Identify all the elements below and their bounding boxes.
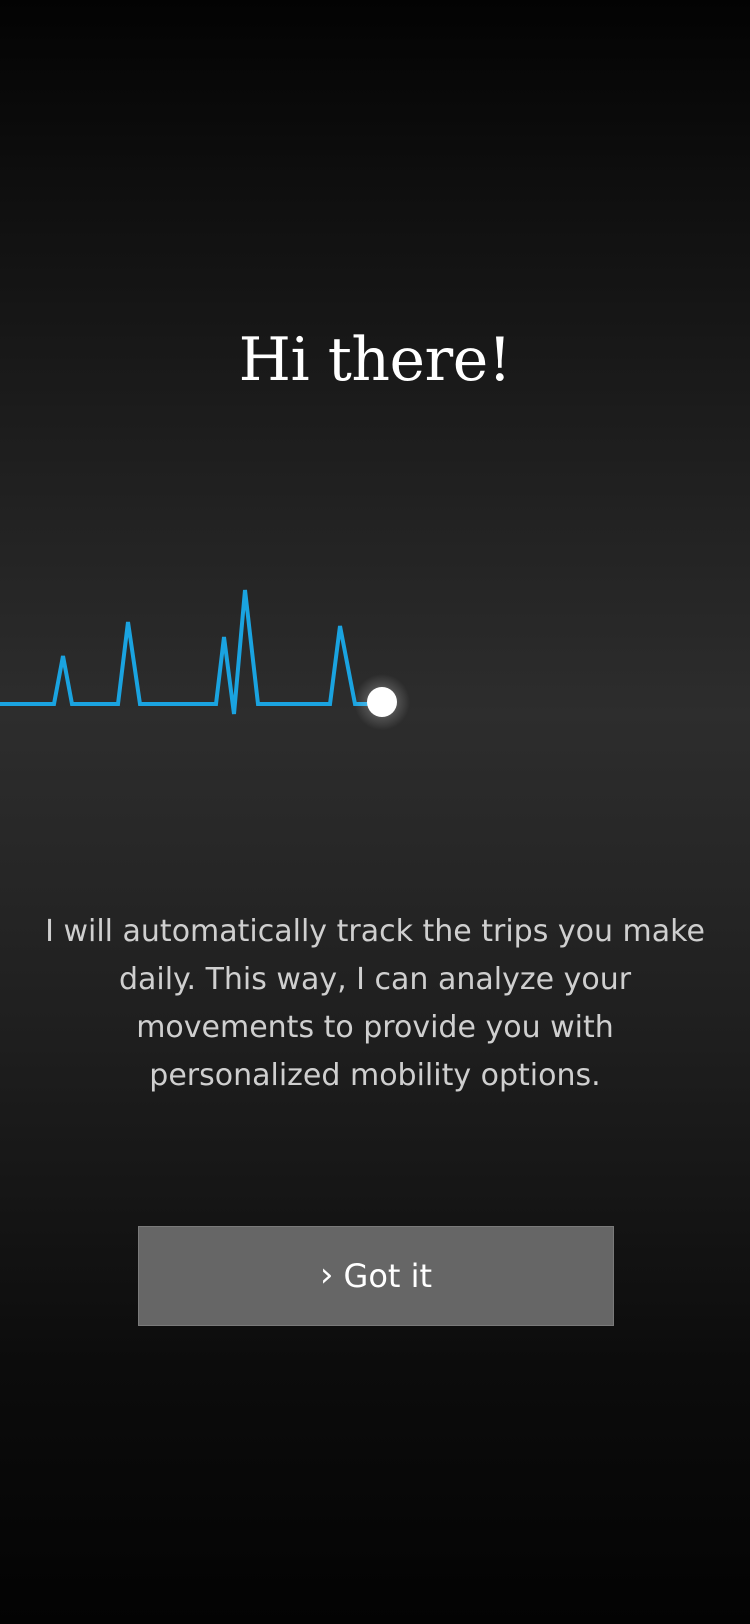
got-it-button-label: Got it (343, 1257, 433, 1295)
onboarding-screen: Hi there! I will automatically track the… (0, 0, 750, 1624)
activity-pulse-graphic (0, 589, 410, 730)
got-it-button[interactable]: › Got it (138, 1226, 614, 1326)
chevron-right-icon: › (319, 1255, 334, 1295)
onboarding-description: I will automatically track the trips you… (45, 914, 705, 1093)
page-title: Hi there! (238, 325, 512, 395)
pulse-line (0, 589, 374, 715)
pulse-dot (367, 687, 397, 717)
